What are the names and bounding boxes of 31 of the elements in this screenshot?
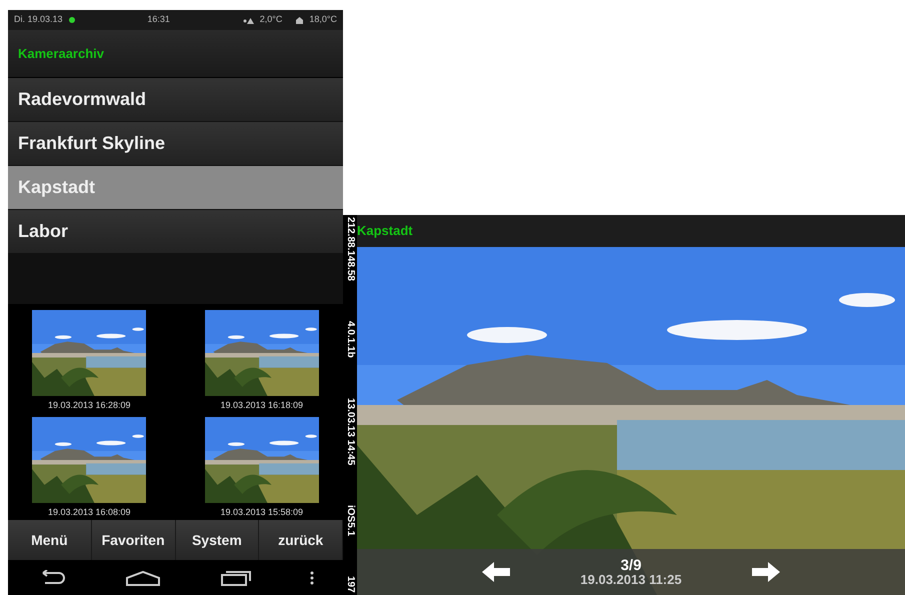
thumbnail-timestamp: 19.03.2013 16:28:09 xyxy=(48,399,131,412)
overflow-menu-icon[interactable] xyxy=(310,570,314,584)
outdoor-temperature: 2,0°C xyxy=(260,13,282,26)
device-info-text: 197 xyxy=(345,576,355,593)
home-icon[interactable] xyxy=(125,570,162,586)
device-info-text: 13.03.13 14:45 xyxy=(345,398,355,466)
status-time: 16:31 xyxy=(147,13,170,26)
menu-button[interactable]: Favoriten xyxy=(92,520,176,560)
device-info-text: 4.0.1.1b xyxy=(345,321,355,358)
thumbnail-timestamp: 19.03.2013 15:58:09 xyxy=(220,506,304,519)
device-info-text: 212.88.148.58 xyxy=(345,217,355,281)
device-info-text: iOS5.1 xyxy=(345,505,355,536)
thumbnail-timestamp: 19.03.2013 16:08:09 xyxy=(48,506,131,519)
thumbnail-timestamp: 19.03.2013 16:18:09 xyxy=(220,399,304,412)
next-arrow-icon[interactable] xyxy=(752,562,780,582)
camera-list-item[interactable]: Radevormwald xyxy=(8,78,343,122)
menu-button[interactable]: System xyxy=(176,520,260,560)
outdoor-temperature-icon xyxy=(242,16,254,24)
menu-button[interactable]: zurück xyxy=(259,520,343,560)
recent-apps-icon[interactable] xyxy=(220,570,252,586)
app-title: Kameraarchiv xyxy=(18,44,104,63)
menu-button[interactable]: Menü xyxy=(8,520,92,560)
camera-list-item[interactable]: Labor xyxy=(8,210,343,254)
image-counter: 3/9 xyxy=(620,558,642,573)
camera-title: Kapstadt xyxy=(357,222,413,240)
previous-arrow-icon[interactable] xyxy=(482,562,510,582)
indoor-temperature: 18,0°C xyxy=(309,13,338,26)
camera-list-item[interactable]: Frankfurt Skyline xyxy=(8,122,343,166)
house-icon xyxy=(296,16,304,24)
image-timestamp: 19.03.2013 11:25 xyxy=(580,573,682,586)
status-date: Di. 19.03.13 xyxy=(14,13,63,26)
